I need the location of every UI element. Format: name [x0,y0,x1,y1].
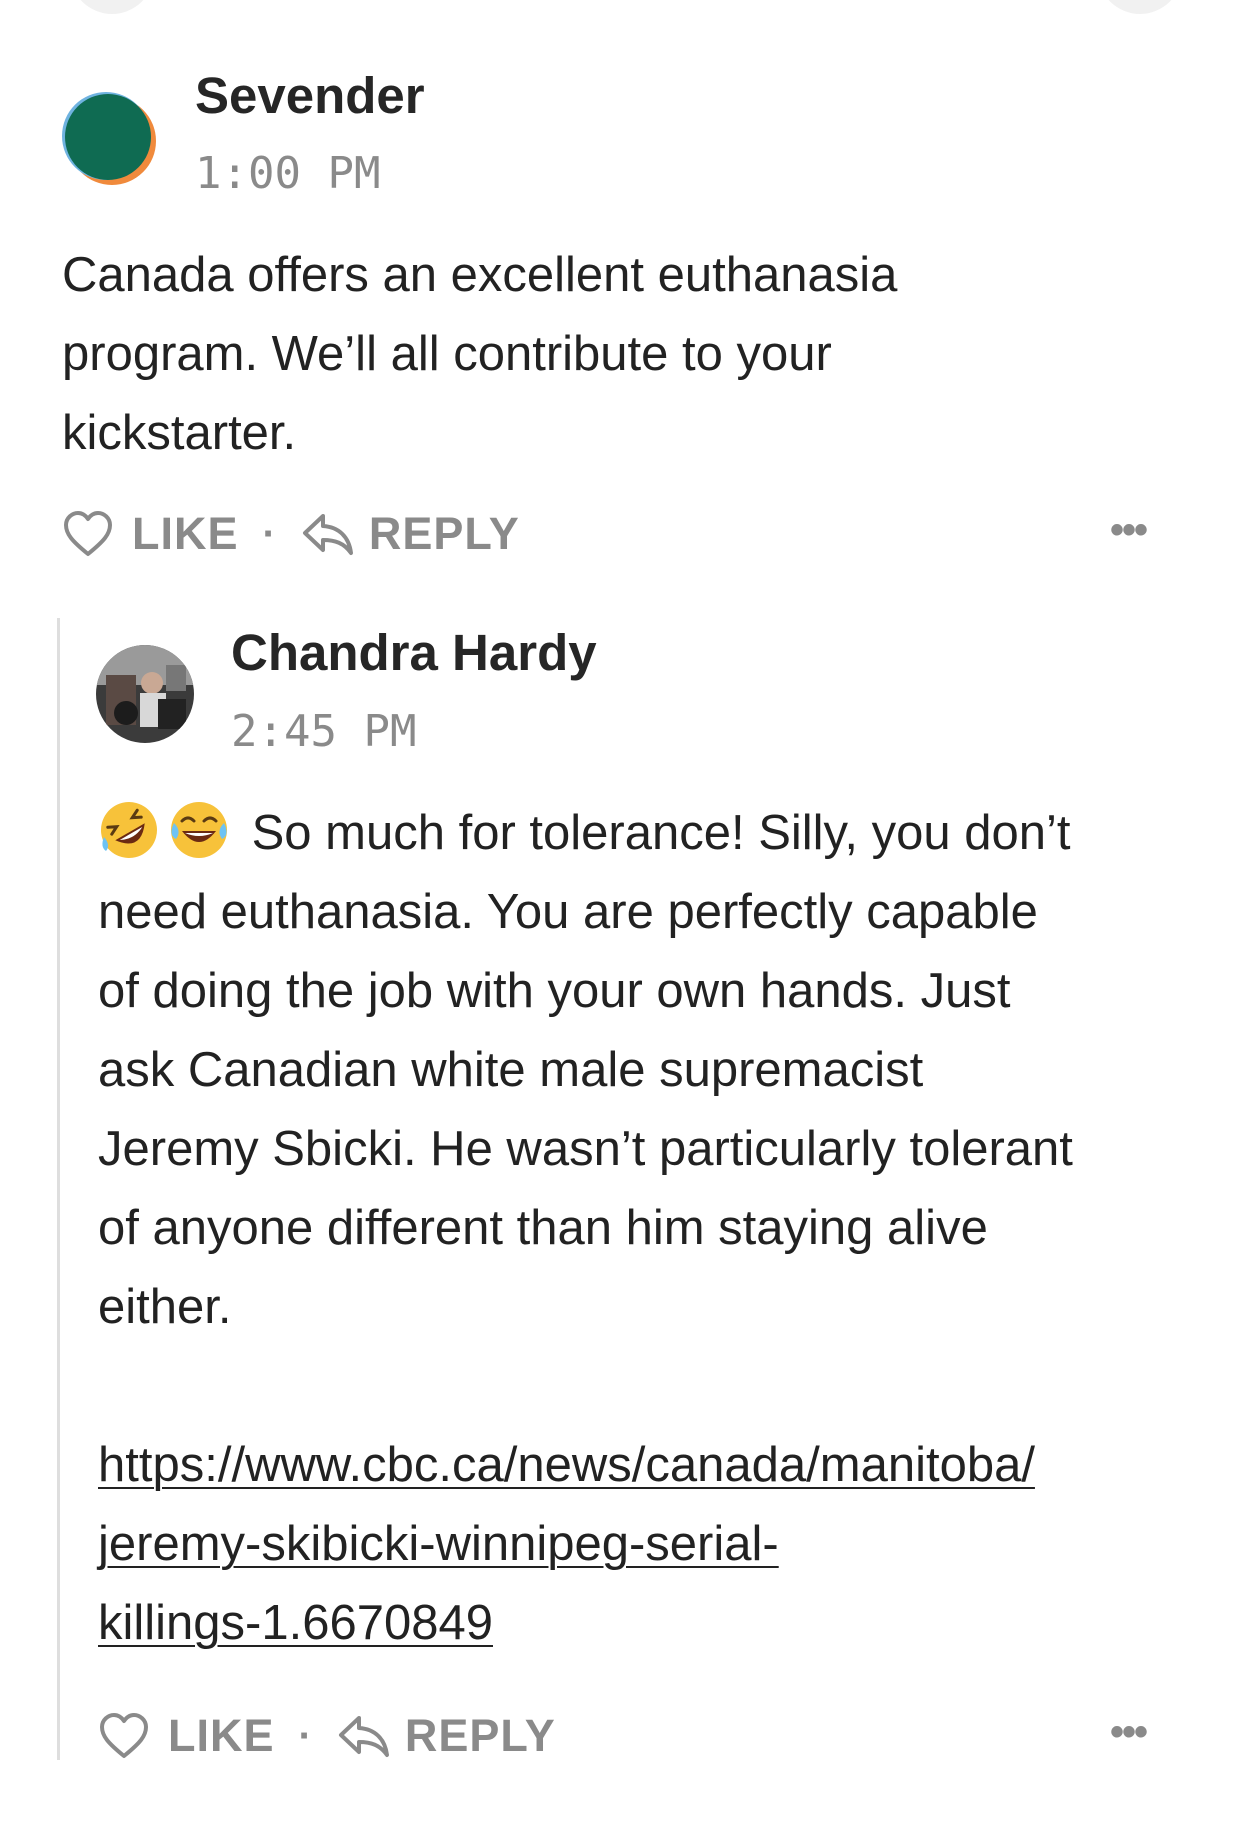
action-separator: · [262,511,277,556]
more-options-button[interactable]: ••• [1110,508,1148,553]
rolling-on-floor-laughing-emoji [101,802,157,858]
reply-label: REPLY [404,1710,556,1761]
article-link-line[interactable]: killings-1.6670849 [98,1584,1035,1663]
reply-label: REPLY [368,508,520,559]
comment-actions: LIKE · REPLY [98,1706,556,1766]
like-button[interactable]: LIKE [98,1710,275,1762]
article-link-line[interactable]: jeremy-skibicki-winnipeg-serial- [98,1505,1035,1584]
comment-body-line: of anyone different than him staying ali… [98,1201,988,1255]
reply-button[interactable]: REPLY [301,508,520,560]
reply-arrow-icon [302,514,353,555]
comment-body-line: So much for tolerance! Silly, you don’t [98,794,1073,873]
reply-button[interactable]: REPLY [337,1710,556,1762]
comment-timestamp: 1:00 PM [195,148,381,199]
comment-body-line: ask Canadian white male supremacist [98,1043,924,1097]
article-link[interactable]: https://www.cbc.ca/news/canada/manitoba/… [98,1426,1035,1663]
like-label: LIKE [168,1710,275,1761]
comment-author[interactable]: Chandra Hardy [231,623,597,682]
comment-body-line: either. [98,1280,232,1334]
comment-body: Canada offers an excellent euthanasia pr… [62,236,897,473]
comment-body-line: Canada offers an excellent euthanasia [62,248,898,302]
comment-body-line: program. We’ll all contribute to your [62,327,832,381]
comment-body-text: So much for tolerance! Silly, you don’t [251,806,1071,860]
top-left-button[interactable] [70,0,154,14]
tears-of-joy-emoji [171,802,227,858]
comment-body-line: Jeremy Sbicki. He wasn’t particularly to… [98,1122,1073,1176]
reply-arrow-icon [338,1716,389,1757]
action-separator: · [298,1713,313,1758]
comment-author[interactable]: Sevender [195,66,425,125]
top-right-button[interactable] [1098,0,1182,14]
comment-timestamp: 2:45 PM [231,706,417,757]
avatar-chandra-hardy[interactable] [96,645,194,743]
heart-icon [100,1713,148,1758]
like-label: LIKE [132,508,239,559]
more-options-button[interactable]: ••• [1110,1710,1148,1755]
comment-body-line: kickstarter. [62,406,297,460]
reply-thread-line [57,618,60,1760]
comment-body: So much for tolerance! Silly, you don’t … [98,794,1073,1347]
article-link-line[interactable]: https://www.cbc.ca/news/canada/manitoba/ [98,1426,1035,1505]
comment-actions: LIKE · REPLY [62,504,520,564]
comment-body-line: of doing the job with your own hands. Ju… [98,964,1011,1018]
avatar-sevender[interactable] [60,88,158,186]
heart-icon [64,511,112,556]
comment-body-line: need euthanasia. You are perfectly capab… [98,885,1038,939]
like-button[interactable]: LIKE [62,508,239,560]
